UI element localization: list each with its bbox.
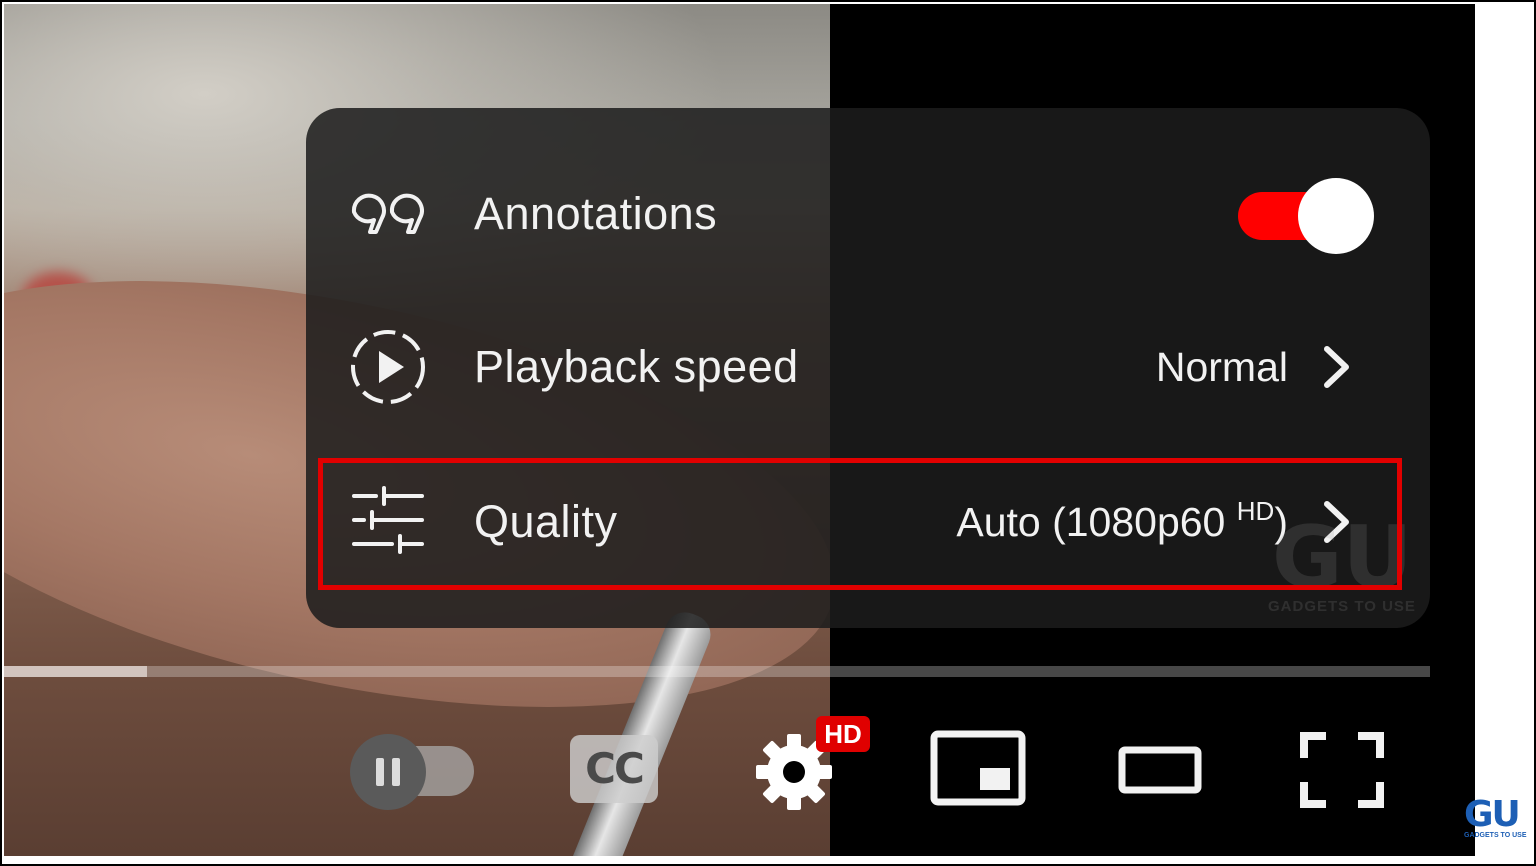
autoplay-toggle[interactable]	[350, 734, 476, 810]
playback-speed-value: Normal	[1155, 344, 1288, 390]
playback-speed-icon	[351, 330, 425, 404]
miniplayer-icon[interactable]	[930, 730, 1026, 806]
menu-item-annotations[interactable]: Annotations	[306, 144, 1430, 284]
menu-item-quality[interactable]: Quality Auto (1080p60 HD)	[306, 452, 1430, 592]
watermark-corner-logo: GU GADGETS TO USE	[1464, 794, 1527, 844]
quality-sliders-icon	[352, 486, 424, 554]
chevron-right-icon	[1324, 346, 1349, 388]
progress-loaded	[4, 666, 147, 677]
quality-label: Quality	[474, 496, 618, 547]
watermark-logo-text: GU	[1272, 508, 1413, 608]
annotations-toggle[interactable]	[1236, 178, 1376, 254]
hd-badge: HD	[816, 716, 870, 752]
quality-value: Auto (1080p60 HD)	[956, 494, 1288, 550]
pause-icon	[376, 758, 400, 786]
playback-speed-label: Playback speed	[474, 341, 799, 392]
video-player[interactable]: Annotations Playback speed Normal Qualit…	[4, 4, 1475, 856]
annotations-quote-icon	[351, 193, 424, 234]
fullscreen-icon[interactable]	[1298, 730, 1386, 810]
toggle-knob	[1298, 178, 1374, 254]
menu-item-playback-speed[interactable]: Playback speed Normal	[306, 297, 1430, 437]
watermark-corner-caption: GADGETS TO USE	[1464, 832, 1527, 839]
screenshot-frame: Annotations Playback speed Normal Qualit…	[0, 0, 1536, 866]
autoplay-knob	[350, 734, 426, 810]
quality-value-text: Auto (1080p60	[956, 499, 1226, 545]
theater-mode-icon[interactable]	[1118, 744, 1202, 796]
settings-menu: Annotations Playback speed Normal Qualit…	[306, 108, 1430, 628]
watermark-logo: GU GADGETS TO USE	[1264, 508, 1424, 622]
annotations-label: Annotations	[474, 188, 718, 239]
captions-label: CC	[585, 744, 645, 793]
progress-bar[interactable]	[4, 666, 1430, 677]
watermark-corner-text: GU	[1464, 794, 1521, 835]
watermark-caption: GADGETS TO USE	[1268, 598, 1416, 615]
captions-button[interactable]: CC	[570, 735, 658, 803]
